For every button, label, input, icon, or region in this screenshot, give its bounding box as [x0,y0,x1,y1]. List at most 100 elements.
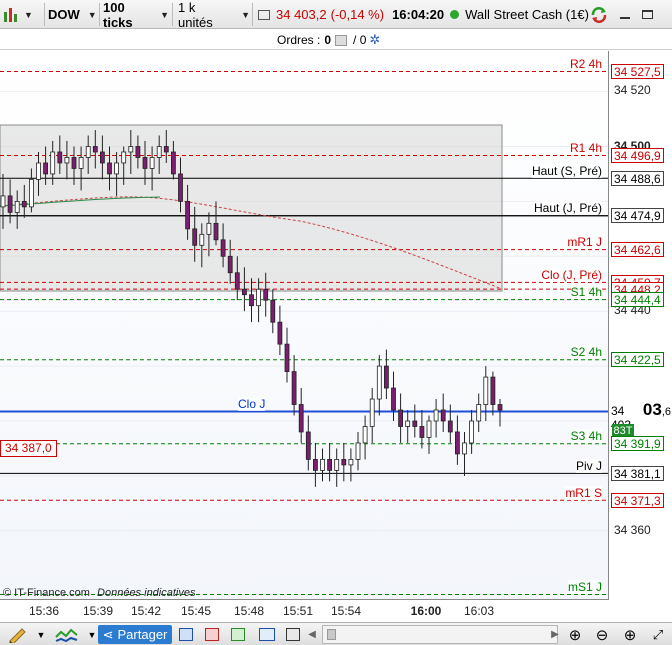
chevron-right-icon: ▶ [551,629,559,640]
time-tick: 15:51 [282,604,314,618]
level-label: R1 4h [569,140,602,155]
candle-body [433,409,439,422]
ticks-selector[interactable]: 100 ticks ▼ [103,0,169,30]
candle-body [284,343,290,372]
share-button[interactable]: ⋖ Partager [98,625,172,644]
candle-body [277,321,283,345]
scrollbar-thumb[interactable] [327,629,336,640]
candle-body [170,151,176,175]
zoom-out-icon: ⊖ [595,626,609,644]
level-label: mR1 J [567,235,602,250]
zoom-fit-button[interactable]: ⊕ [565,625,585,644]
candle-body [128,146,134,153]
refresh-button[interactable] [590,3,612,26]
candle-body [241,288,247,296]
candle-body [391,387,396,411]
chevron-down-icon[interactable]: ▼ [35,625,47,644]
indicators-button[interactable] [52,625,84,644]
price-tick: 34 360 [614,523,651,537]
candle-body [0,195,6,208]
time-tick: 16:03 [463,604,495,618]
candle-body [149,157,155,169]
candle-body [21,200,27,208]
units-value: 1 k unités [178,0,213,30]
candle-body [14,200,20,213]
price-change: (-0,14 %) [330,7,385,22]
level-label: Piv J [575,458,602,473]
settings-button[interactable] [284,625,302,644]
level-price-tag: 34 422,5 [611,352,664,368]
zoom-in-button[interactable]: ⊕ [620,625,640,644]
level-label: Clo (J, Pré) [541,267,602,282]
minimize-button[interactable] [620,3,640,26]
horizontal-scrollbar[interactable] [322,625,558,644]
scroll-right-button[interactable]: ▶ [548,625,562,644]
candle-body [483,376,489,405]
price-chart[interactable] [0,51,672,622]
candle-body [57,151,63,164]
candle-body [398,409,404,427]
candle-body [107,162,112,175]
previous-range-box [0,124,503,292]
candle-body [440,409,446,422]
window-icon [258,9,270,20]
compare-button[interactable] [257,625,277,644]
instrument-selector[interactable]: DOW ▼ [48,3,97,26]
candle-body [376,365,382,400]
trading-app: ▼ DOW ▼ 100 ticks ▼ 1 k unités ▼ 34 403,… [0,0,672,645]
ticks-value: 100 ticks [103,0,133,30]
orders-total: / 0 [353,33,367,47]
candle-body [462,442,467,455]
candle-body [291,371,297,405]
candle-body [135,146,141,158]
alert-button[interactable] [203,625,221,644]
trade-button[interactable] [229,625,247,644]
candle-body [114,162,119,175]
candle-body [220,239,226,257]
bar-chart-icon [4,7,17,22]
chart-type-button[interactable]: ▼ [2,3,42,26]
scroll-left-button[interactable]: ◀ [305,625,319,644]
top-toolbar: ▼ DOW ▼ 100 ticks ▼ 1 k unités ▼ 34 403,… [0,0,672,30]
chart-area[interactable]: 34 520 34 500 34 440 34 360 34 403 03 ,6… [0,51,672,622]
candle-body [383,365,389,389]
candle-body [121,151,127,164]
maximize-icon [642,10,653,19]
gear-icon[interactable]: ✲ [369,32,380,48]
candle-body [28,179,34,208]
level-label: R2 4h [569,57,602,71]
candle-body [227,255,233,274]
candle-body [163,146,169,153]
expand-button[interactable]: ⤢ [648,625,668,644]
level-label: S1 4h [570,285,602,300]
zoom-out-button[interactable]: ⊖ [592,625,612,644]
quote-time: 16:04:20 [392,7,445,22]
compare-icon [259,628,275,641]
candle-body [199,233,205,246]
candle-body [341,459,347,466]
time-tick: 15:39 [82,604,114,618]
candle-body [50,151,56,175]
candle-body [305,431,311,460]
quote-info: 34 403,2 (-0,14 %) 16:04:20 Wall Street … [258,3,589,26]
drawing-tools-button[interactable] [3,625,33,644]
chevron-down-icon[interactable]: ▼ [86,625,98,644]
candle-body [256,288,262,307]
candle-body [497,404,503,411]
units-selector[interactable]: 1 k unités ▼ [178,0,250,30]
candle-body [71,157,77,169]
chevron-left-icon: ◀ [308,629,316,640]
level-price-tag: 34 474,9 [611,208,664,224]
orders-icon[interactable] [335,34,348,46]
maximize-button[interactable] [642,3,666,26]
orders-label: Ordres : [277,33,321,47]
current-price-tag: 34 403 03 ,6 [611,400,671,432]
candle-body [263,288,269,301]
time-tick: 15:36 [28,604,60,618]
indicator-chart-icon [55,628,78,642]
candle-body [85,146,91,158]
calendar-button[interactable] [177,625,195,644]
market-name: Wall Street Cash (1€) [465,7,589,22]
level-label: S3 4h [570,429,602,444]
level-label: Haut (S, Pré) [531,163,602,178]
